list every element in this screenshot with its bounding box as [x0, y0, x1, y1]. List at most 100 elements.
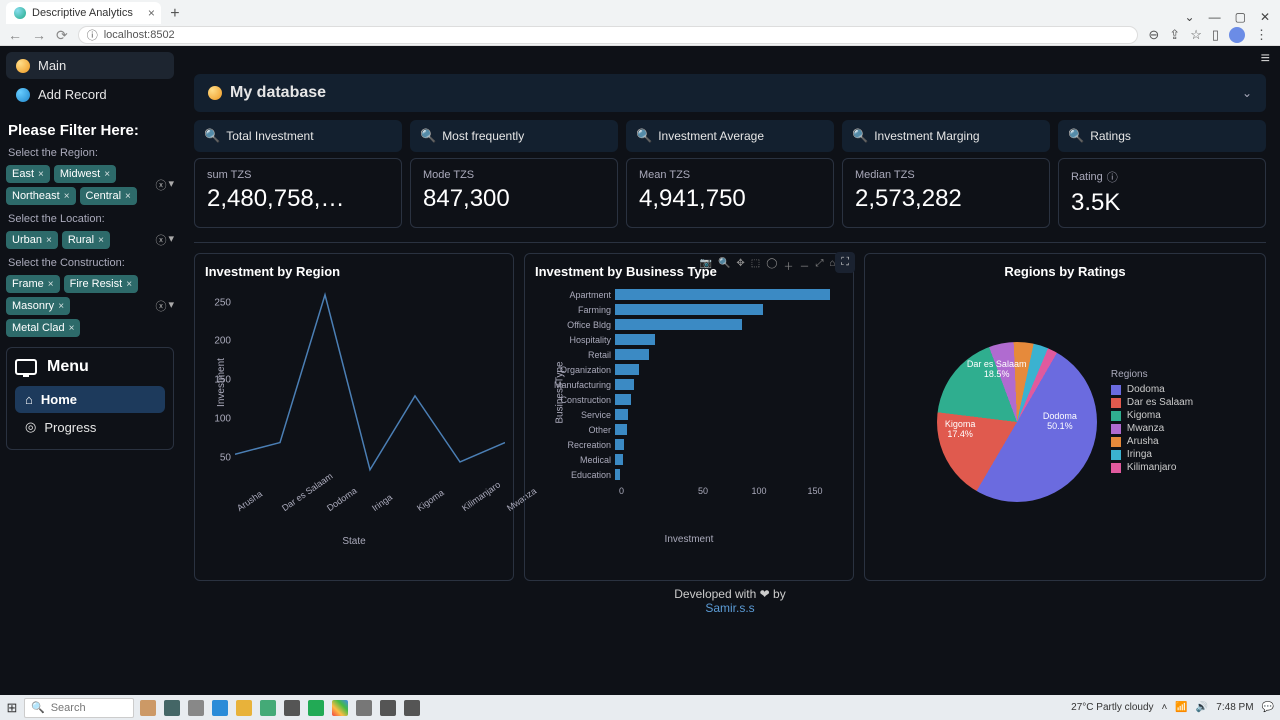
chip-remove-icon[interactable]: ×: [69, 323, 75, 334]
chip-northeast[interactable]: Northeast×: [6, 187, 76, 205]
hamburger-icon[interactable]: ≡: [1261, 50, 1270, 68]
chip-remove-icon[interactable]: ×: [38, 169, 44, 180]
chevron-down-icon[interactable]: ▾: [168, 177, 174, 193]
edge-icon[interactable]: [212, 700, 228, 716]
construction-chips[interactable]: Frame×Fire Resist× Masonry× Metal Clad× ⓧ▾: [6, 275, 174, 337]
clear-icon[interactable]: ⓧ: [155, 298, 166, 314]
app-icon[interactable]: [308, 700, 324, 716]
chip-fire-resist[interactable]: Fire Resist×: [64, 275, 138, 293]
menu-item-home[interactable]: ⌂ Home: [15, 386, 165, 413]
reload-button[interactable]: ⟳: [56, 27, 68, 44]
volume-icon[interactable]: 🔊: [1196, 702, 1208, 713]
app-icon[interactable]: [140, 700, 156, 716]
filter-header: Please Filter Here:: [8, 122, 174, 139]
profile-avatar[interactable]: [1229, 27, 1245, 43]
region-chips[interactable]: East×Midwest× Northeast×Central× ⓧ▾: [6, 165, 174, 205]
app-icon[interactable]: [404, 700, 420, 716]
maximize-icon[interactable]: ▢: [1235, 10, 1246, 24]
address-bar[interactable]: ⓘ localhost:8502: [78, 26, 1139, 44]
app-icon[interactable]: [356, 700, 372, 716]
chip-east[interactable]: East×: [6, 165, 50, 183]
bar: [615, 349, 649, 360]
weather-widget[interactable]: 27°C Partly cloudy: [1071, 702, 1153, 713]
panel-icon[interactable]: ▯: [1212, 27, 1219, 43]
app-icon[interactable]: [188, 700, 204, 716]
zoom-icon[interactable]: 🔍: [718, 258, 730, 273]
info-icon[interactable]: ⓘ: [1107, 169, 1118, 185]
wifi-icon[interactable]: 📶: [1175, 702, 1187, 713]
menu-item-progress[interactable]: ◎ Progress: [15, 413, 165, 441]
share-icon[interactable]: ⇪: [1169, 27, 1180, 43]
expand-icon[interactable]: ⛶: [835, 252, 855, 273]
kebab-menu-icon[interactable]: ⋮: [1255, 27, 1268, 43]
new-tab-button[interactable]: +: [165, 4, 185, 24]
autoscale-icon[interactable]: ⤢: [815, 258, 823, 273]
chevron-down-icon[interactable]: ▾: [168, 232, 174, 248]
chevron-down-icon[interactable]: ⌄: [1185, 10, 1195, 24]
bookmark-icon[interactable]: ☆: [1190, 27, 1202, 43]
chip-central[interactable]: Central×: [80, 187, 137, 205]
bar-label: Farming: [535, 305, 615, 315]
browser-tab[interactable]: Descriptive Analytics ×: [6, 2, 161, 24]
bar: [615, 454, 623, 465]
chrome-icon[interactable]: [332, 700, 348, 716]
pan-icon[interactable]: ✥: [736, 258, 744, 273]
window-close-icon[interactable]: ✕: [1260, 10, 1270, 24]
chip-remove-icon[interactable]: ×: [46, 235, 52, 246]
menu-item-icon: ◎: [25, 419, 36, 435]
minimize-icon[interactable]: —: [1209, 10, 1221, 24]
db-expander[interactable]: My database ⌄: [194, 74, 1266, 112]
zoomout-icon[interactable]: －: [799, 258, 809, 273]
windows-taskbar[interactable]: ⊞ 🔍 Search 27°C Partly cloudy ˄ 📶 🔊 7:48…: [0, 695, 1280, 720]
menu-item-icon: ⌂: [25, 392, 33, 407]
location-chips[interactable]: Urban×Rural× ⓧ▾: [6, 231, 174, 249]
bar-label: Construction: [535, 395, 615, 405]
bar: [615, 334, 655, 345]
taskbar-apps[interactable]: [140, 700, 420, 716]
back-button[interactable]: ←: [8, 27, 22, 43]
app-icon[interactable]: [164, 700, 180, 716]
site-info-icon[interactable]: ⓘ: [87, 27, 98, 43]
magnifier-icon: 🔍: [852, 128, 868, 144]
chip-rural[interactable]: Rural×: [62, 231, 110, 249]
notifications-icon[interactable]: 💬: [1262, 702, 1274, 713]
tab-close-icon[interactable]: ×: [148, 6, 155, 20]
chip-frame[interactable]: Frame×: [6, 275, 60, 293]
clock[interactable]: 7:48 PM: [1216, 702, 1253, 713]
chip-remove-icon[interactable]: ×: [48, 279, 54, 290]
chip-urban[interactable]: Urban×: [6, 231, 58, 249]
zoomin-icon[interactable]: ＋: [783, 258, 793, 273]
chip-midwest[interactable]: Midwest×: [54, 165, 116, 183]
clear-icon[interactable]: ⓧ: [155, 232, 166, 248]
bar-row: Education: [535, 467, 843, 482]
start-button[interactable]: ⊞: [0, 700, 24, 716]
plotly-toolbar[interactable]: 📷 🔍 ✥ ⬚ ◯ ＋ － ⤢ ⌂ ▯: [699, 258, 847, 273]
chip-masonry[interactable]: Masonry×: [6, 297, 70, 315]
system-tray[interactable]: 27°C Partly cloudy ˄ 📶 🔊 7:48 PM 💬: [1071, 702, 1280, 713]
legend-swatch: [1111, 463, 1121, 473]
chip-metal-clad[interactable]: Metal Clad×: [6, 319, 80, 337]
taskbar-search[interactable]: 🔍 Search: [24, 698, 134, 718]
chip-remove-icon[interactable]: ×: [104, 169, 110, 180]
nav-item-main[interactable]: Main: [6, 52, 174, 79]
author-link[interactable]: Samir.s.s: [705, 601, 754, 615]
boxselect-icon[interactable]: ⬚: [751, 258, 760, 273]
tray-chevron-icon[interactable]: ˄: [1162, 702, 1168, 713]
camera-icon[interactable]: 📷: [699, 258, 711, 273]
clear-icon[interactable]: ⓧ: [155, 177, 166, 193]
lasso-icon[interactable]: ◯: [766, 258, 777, 273]
app-icon[interactable]: [284, 700, 300, 716]
chevron-down-icon[interactable]: ▾: [168, 298, 174, 314]
zoom-icon[interactable]: ⊖: [1148, 27, 1159, 43]
app-icon[interactable]: [380, 700, 396, 716]
nav-item-add-record[interactable]: Add Record: [6, 81, 174, 108]
explorer-icon[interactable]: [236, 700, 252, 716]
chip-remove-icon[interactable]: ×: [64, 191, 70, 202]
chip-remove-icon[interactable]: ×: [98, 235, 104, 246]
chip-remove-icon[interactable]: ×: [125, 191, 131, 202]
chip-remove-icon[interactable]: ×: [58, 301, 64, 312]
app-icon[interactable]: [260, 700, 276, 716]
forward-button[interactable]: →: [32, 27, 46, 43]
legend-row: Kigoma: [1111, 410, 1193, 421]
chip-remove-icon[interactable]: ×: [126, 279, 132, 290]
